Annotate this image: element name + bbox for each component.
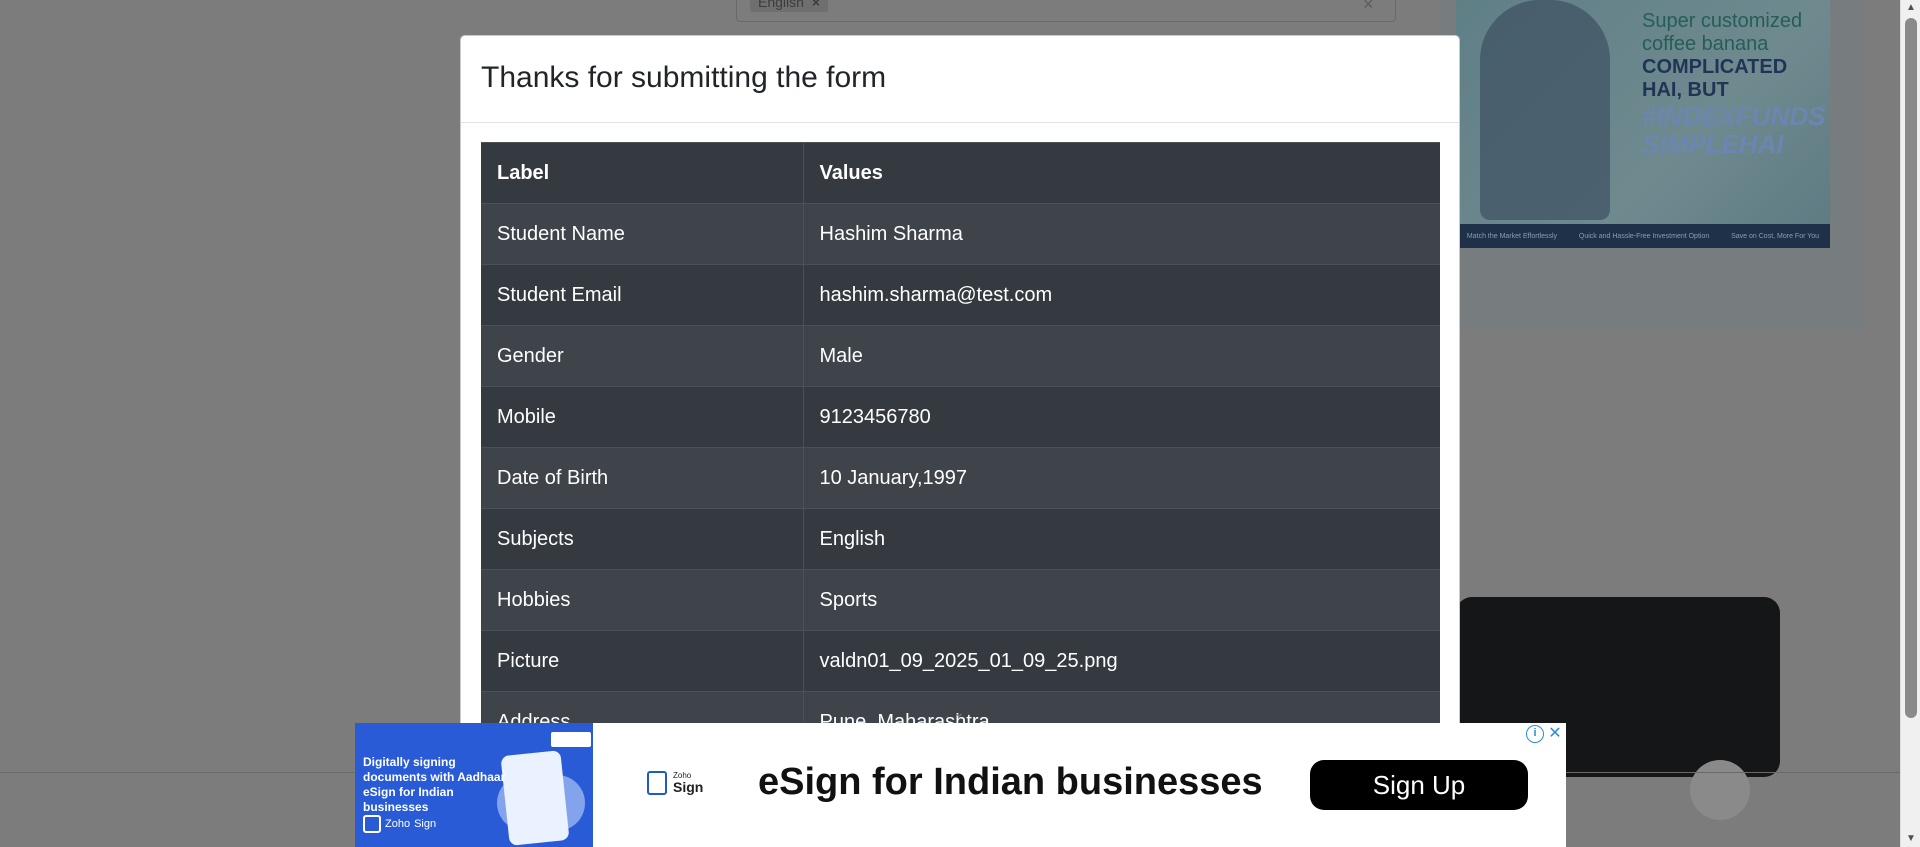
subject-chip-label: English bbox=[758, 0, 804, 10]
scroll-thumb[interactable] bbox=[1905, 18, 1917, 718]
zoho-sign-logo: Zoho Sign bbox=[647, 771, 703, 795]
ad-info-icon[interactable]: i bbox=[1526, 725, 1544, 743]
side-ad-line3: #INDEXFUNDS SIMPLEHAI bbox=[1642, 101, 1826, 159]
ad-image-panel[interactable]: Digitally signing documents with Aadhaar… bbox=[355, 723, 593, 847]
modal-header: Thanks for submitting the form bbox=[461, 36, 1459, 123]
bottom-ad-banner[interactable]: Digitally signing documents with Aadhaar… bbox=[355, 723, 1566, 847]
ad-brand-badge bbox=[551, 732, 591, 747]
side-ad-text: Super customized coffee banana COMPLICAT… bbox=[1642, 10, 1827, 158]
zoho-sign-icon bbox=[363, 815, 381, 833]
row-value: Hashim Sharma bbox=[803, 203, 1440, 265]
table-row: Hobbies Sports bbox=[481, 569, 1440, 631]
zoho-sign-icon bbox=[647, 771, 667, 795]
ad-image-logo: Zoho Sign bbox=[363, 815, 436, 833]
subjects-input[interactable] bbox=[736, 0, 1396, 22]
zoho-name: Sign bbox=[673, 779, 704, 795]
table-row: Student Name Hashim Sharma bbox=[481, 203, 1440, 265]
table-header-row: Label Values bbox=[481, 142, 1440, 204]
side-ad-step: Quick and Hassle-Free Investment Option bbox=[1578, 232, 1710, 240]
side-ad-steps: Match the Market Effortlessly Quick and … bbox=[1456, 224, 1830, 248]
subject-chip: English × bbox=[750, 0, 829, 12]
row-label: Picture bbox=[481, 630, 804, 692]
ad-headline: eSign for Indian businesses bbox=[758, 761, 1263, 803]
sign-up-button[interactable]: Sign Up bbox=[1310, 760, 1528, 810]
ad-image-logo-text: Sign bbox=[414, 818, 437, 830]
side-ad-line1: Super customized coffee banana bbox=[1642, 10, 1803, 55]
ad-image-text: Digitally signing documents with Aadhaar… bbox=[363, 755, 506, 814]
column-header-label: Label bbox=[481, 142, 804, 204]
row-label: Gender bbox=[481, 325, 804, 387]
page-scrollbar[interactable]: ▲ ▼ bbox=[1900, 0, 1920, 847]
modal-title: Thanks for submitting the form bbox=[481, 61, 887, 94]
row-label: Student Name bbox=[481, 203, 804, 265]
side-ad-line2: COMPLICATED HAI, BUT bbox=[1642, 56, 1788, 101]
clear-icon[interactable]: × bbox=[1363, 0, 1374, 15]
table-row: Picture valdn01_09_2025_01_09_25.png bbox=[481, 630, 1440, 692]
row-label: Student Email bbox=[481, 264, 804, 326]
table-row: Student Email hashim.sharma@test.com bbox=[481, 264, 1440, 326]
row-label: Hobbies bbox=[481, 569, 804, 631]
row-value: English bbox=[803, 508, 1440, 570]
submission-modal: Thanks for submitting the form Label Val… bbox=[460, 35, 1460, 775]
side-ad-step: Match the Market Effortlessly bbox=[1466, 232, 1558, 240]
ad-collapse-icon[interactable]: ⌄ bbox=[948, 705, 970, 719]
table-row: Gender Male bbox=[481, 325, 1440, 387]
row-value: Male bbox=[803, 325, 1440, 387]
row-value: hashim.sharma@test.com bbox=[803, 264, 1440, 326]
row-label: Subjects bbox=[481, 508, 804, 570]
table-row: Subjects English bbox=[481, 508, 1440, 570]
chip-remove-icon[interactable]: × bbox=[812, 0, 820, 10]
row-value: 10 January,1997 bbox=[803, 447, 1440, 509]
row-value: 9123456780 bbox=[803, 386, 1440, 448]
ad-image-logo-small: Zoho bbox=[385, 818, 411, 830]
scroll-up-icon[interactable]: ▲ bbox=[1901, 0, 1920, 16]
ad-close-icon[interactable]: ✕ bbox=[1546, 725, 1564, 743]
row-value: valdn01_09_2025_01_09_25.png bbox=[803, 630, 1440, 692]
table-row: Date of Birth 10 January,1997 bbox=[481, 447, 1440, 509]
row-value: Sports bbox=[803, 569, 1440, 631]
results-table: Label Values Student Name Hashim Sharma S… bbox=[481, 142, 1440, 753]
modal-body: Label Values Student Name Hashim Sharma S… bbox=[461, 123, 1459, 753]
row-label: Date of Birth bbox=[481, 447, 804, 509]
column-header-values: Values bbox=[803, 142, 1440, 204]
scroll-down-icon[interactable]: ▼ bbox=[1901, 831, 1920, 847]
side-ad-person bbox=[1480, 0, 1610, 220]
play-button[interactable] bbox=[1690, 760, 1750, 820]
table-row: Mobile 9123456780 bbox=[481, 386, 1440, 448]
side-ad-step: Save on Cost, More For You bbox=[1731, 232, 1820, 240]
row-label: Mobile bbox=[481, 386, 804, 448]
